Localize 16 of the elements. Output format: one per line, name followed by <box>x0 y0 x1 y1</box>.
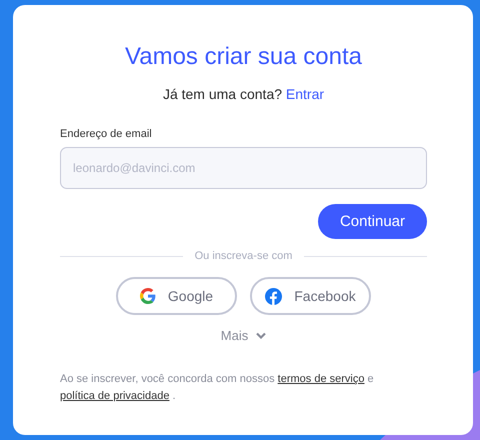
page-title: Vamos criar sua conta <box>124 43 363 71</box>
signin-prompt: Já tem uma conta? <box>162 86 282 102</box>
terms-link[interactable]: termos de serviço <box>278 373 364 385</box>
email-label: Endereço de email <box>60 128 153 140</box>
continue-button[interactable]: Continuar <box>318 204 427 239</box>
privacy-link[interactable]: política de privacidade <box>60 390 170 402</box>
google-button[interactable]: Google <box>116 277 237 315</box>
more-button[interactable]: Mais <box>220 328 266 343</box>
facebook-icon <box>265 288 282 304</box>
legal-text: Ao se inscrever, você concorda com nossos termos de serviço e política de privacidade . <box>60 372 375 404</box>
google-icon <box>140 288 156 304</box>
divider-text: Ou inscreva-se com <box>194 250 292 262</box>
email-field[interactable]: leonardo@davinci.com <box>60 147 427 189</box>
signin-link[interactable]: Entrar <box>286 86 324 102</box>
facebook-button[interactable]: Facebook <box>250 277 371 315</box>
chevron-down-icon <box>256 332 266 339</box>
